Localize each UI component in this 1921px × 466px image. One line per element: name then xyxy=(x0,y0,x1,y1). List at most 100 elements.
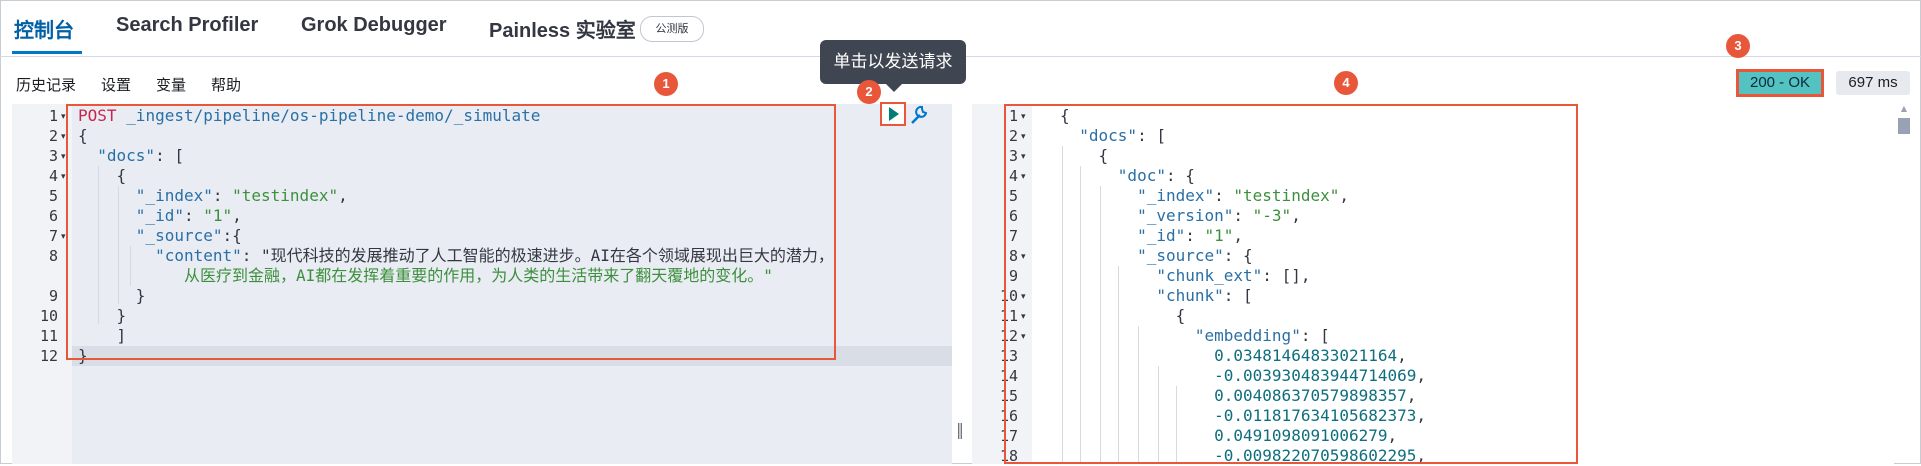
indent-guide xyxy=(1118,266,1119,464)
fold-toggle-icon[interactable]: ▾ xyxy=(1021,127,1026,147)
indent-guide xyxy=(1062,146,1063,464)
send-request-button[interactable] xyxy=(880,102,906,126)
active-tab-indicator xyxy=(12,51,82,54)
tab-console[interactable]: 控制台 xyxy=(14,14,74,43)
code-line: "_source": { xyxy=(1137,246,1253,265)
line-number: 2 xyxy=(48,127,58,145)
line-number: 1 xyxy=(1008,107,1018,125)
code-line: -0.003930483944714069, xyxy=(1214,366,1427,385)
line-number: 7 xyxy=(1008,227,1018,245)
line-number: 4 xyxy=(1008,167,1018,185)
code-line: "chunk": [ xyxy=(1156,286,1253,305)
line-number: 4 xyxy=(48,167,58,185)
callout-3: 3 xyxy=(1726,34,1750,58)
code-line: 0.004086370579898357, xyxy=(1214,386,1417,405)
request-editor[interactable]: POST _ingest/pipeline/os-pipeline-demo/_… xyxy=(72,104,952,464)
help-link[interactable]: 帮助 xyxy=(211,74,241,95)
line-number: 7 xyxy=(48,227,58,245)
fold-toggle-icon[interactable]: ▾ xyxy=(61,127,66,147)
line-number: 9 xyxy=(48,287,58,305)
indent-guide xyxy=(1138,326,1139,464)
code-line: "chunk_ext": [], xyxy=(1156,266,1311,285)
fold-toggle-icon[interactable]: ▾ xyxy=(1021,167,1026,187)
indent-guide xyxy=(130,246,131,286)
response-viewer: { "docs": [ { "doc": { "_index": "testin… xyxy=(1054,104,1894,464)
code-line: "docs": [ xyxy=(97,146,184,165)
active-line-highlight xyxy=(72,346,952,366)
code-line: 0.0491098091006279, xyxy=(1214,426,1398,445)
line-number: 16 xyxy=(999,407,1018,425)
request-options-button[interactable] xyxy=(908,104,930,126)
code-line: } xyxy=(78,306,127,325)
fold-toggle-icon[interactable]: ▾ xyxy=(1021,107,1026,127)
panel-resize-handle[interactable]: ‖ xyxy=(956,420,966,440)
code-line: 0.03481464833021164, xyxy=(1214,346,1407,365)
request-gutter: 1 ▾ 2 ▾ 3 ▾ 4 ▾ 5 6 7 ▾ 8 9 10 11 12 xyxy=(12,104,72,464)
line-number: 9 xyxy=(1008,267,1018,285)
response-gutter: 1 ▾ 2 ▾ 3 ▾ 4 ▾ 5 6 7 8 ▾ 9 10 ▾ 11 ▾ 12 ▾ 13 14 15 16 17 18 xyxy=(972,104,1032,465)
line-number: 11 xyxy=(999,307,1018,325)
line-number: 8 xyxy=(1008,247,1018,265)
fold-toggle-icon[interactable]: ▾ xyxy=(1021,327,1026,347)
indent-guide xyxy=(98,166,99,324)
fold-toggle-icon[interactable]: ▾ xyxy=(61,227,66,247)
code-line: "docs": [ xyxy=(1079,126,1166,145)
code-line: POST _ingest/pipeline/os-pipeline-demo/_… xyxy=(78,106,541,125)
line-number: 11 xyxy=(39,327,58,345)
settings-link[interactable]: 设置 xyxy=(101,74,131,95)
code-line: "_index": "testindex", xyxy=(1137,186,1349,205)
code-line: { xyxy=(1060,146,1109,165)
beta-badge: 公测版 xyxy=(640,16,704,42)
line-number: 2 xyxy=(1008,127,1018,145)
code-line: { xyxy=(78,166,127,185)
wrench-icon xyxy=(911,105,928,124)
line-number: 1 xyxy=(48,107,58,125)
send-request-tooltip: 单击以发送请求 xyxy=(820,40,966,84)
code-line: 从医疗到金融，AI都在发挥着重要的作用，为人类的生活带来了翻天覆地的变化。" xyxy=(78,266,773,285)
code-line: ] xyxy=(78,326,127,345)
line-number: 5 xyxy=(1008,187,1018,205)
code-line: -0.011817634105682373, xyxy=(1214,406,1427,425)
code-line: { xyxy=(78,126,88,145)
response-scrollbar-thumb[interactable] xyxy=(1898,118,1910,134)
fold-toggle-icon[interactable]: ▾ xyxy=(1021,247,1026,267)
fold-toggle-icon[interactable]: ▾ xyxy=(1021,287,1026,307)
fold-toggle-icon[interactable]: ▾ xyxy=(61,147,66,167)
code-line: } xyxy=(78,286,146,305)
play-icon xyxy=(889,107,899,121)
tab-search-profiler[interactable]: Search Profiler xyxy=(116,14,258,37)
indent-guide xyxy=(1158,366,1159,464)
indent-guide xyxy=(118,186,119,304)
line-number: 13 xyxy=(999,347,1018,365)
fold-toggle-icon[interactable]: ▾ xyxy=(1021,147,1026,167)
variables-link[interactable]: 变量 xyxy=(156,74,186,95)
line-number: 10 xyxy=(999,287,1018,305)
fold-toggle-icon[interactable]: ▾ xyxy=(1021,307,1026,327)
line-number: 15 xyxy=(999,387,1018,405)
code-line: -0.009822070598602295, xyxy=(1214,446,1427,464)
code-line: { xyxy=(1060,306,1186,325)
line-number: 17 xyxy=(999,427,1018,445)
history-link[interactable]: 历史记录 xyxy=(16,74,76,95)
code-line: "_id": "1", xyxy=(1137,226,1244,245)
callout-1: 1 xyxy=(654,72,678,96)
tab-grok-debugger[interactable]: Grok Debugger xyxy=(301,14,447,37)
line-number: 6 xyxy=(48,207,58,225)
fold-toggle-icon[interactable]: ▾ xyxy=(61,107,66,127)
scroll-up-arrow[interactable]: ▲ xyxy=(1898,104,1910,114)
indent-guide xyxy=(1176,386,1177,464)
line-number: 6 xyxy=(1008,207,1018,225)
code-line: "_version": "-3", xyxy=(1137,206,1301,225)
response-time-badge: 697 ms xyxy=(1836,71,1910,95)
indent-guide xyxy=(1100,186,1101,464)
status-badge: 200 - OK xyxy=(1736,69,1824,97)
callout-4: 4 xyxy=(1334,71,1358,95)
line-number: 12 xyxy=(999,327,1018,345)
tab-painless-lab[interactable]: Painless 实验室 xyxy=(489,14,636,43)
line-number: 12 xyxy=(39,347,58,365)
line-number: 3 xyxy=(1008,147,1018,165)
fold-toggle-icon[interactable]: ▾ xyxy=(61,167,66,187)
code-line: } xyxy=(78,346,88,365)
line-number: 8 xyxy=(48,247,58,265)
code-line: { xyxy=(1060,106,1070,125)
